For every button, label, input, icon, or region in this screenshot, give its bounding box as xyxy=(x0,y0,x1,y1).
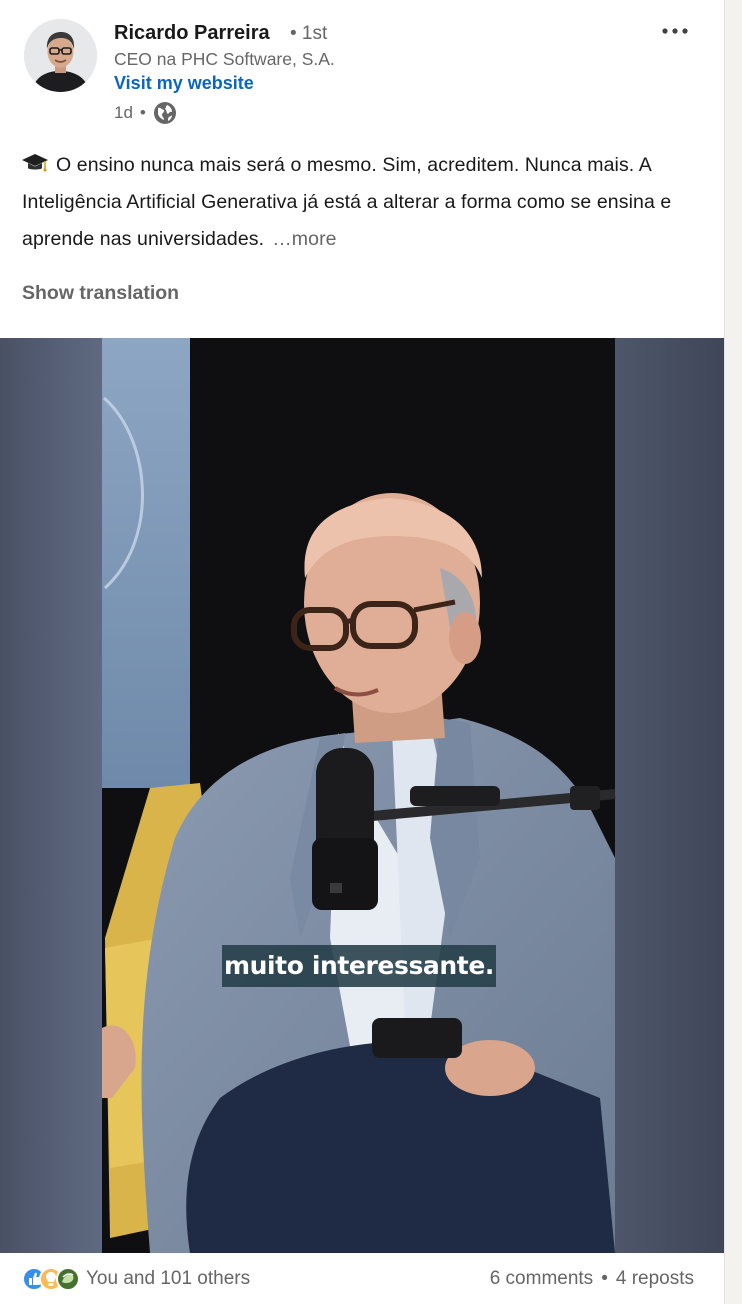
stats-separator: • xyxy=(601,1268,608,1289)
video-caption: muito interessante. xyxy=(222,945,496,987)
support-icon xyxy=(56,1267,80,1291)
post-time: 1d xyxy=(114,103,133,122)
show-translation-button[interactable]: Show translation xyxy=(22,282,179,305)
author-headline: CEO na PHC Software, S.A. xyxy=(114,49,335,69)
post-meta: 1d • xyxy=(114,101,177,125)
feed-post-card: Ricardo Parreira • 1st CEO na PHC Softwa… xyxy=(0,0,725,1304)
video-player[interactable]: muito interessante. xyxy=(0,338,724,1253)
author-name[interactable]: Ricardo Parreira xyxy=(114,22,270,45)
post-text: O ensino nunca mais será o mesmo. Sim, a… xyxy=(22,147,702,258)
connection-degree: • 1st xyxy=(290,23,328,44)
see-more-button[interactable]: …more xyxy=(272,228,336,250)
meta-separator: • xyxy=(139,103,146,122)
visit-website-link[interactable]: Visit my website xyxy=(114,73,254,94)
author-avatar[interactable] xyxy=(24,19,97,92)
reposts-count[interactable]: 4 reposts xyxy=(616,1268,694,1290)
more-options-icon[interactable] xyxy=(659,20,691,42)
post-body: O ensino nunca mais será o mesmo. Sim, a… xyxy=(22,154,672,250)
reactions-summary[interactable]: You and 101 others xyxy=(22,1266,250,1292)
comments-count[interactable]: 6 comments xyxy=(490,1268,593,1290)
reaction-icons xyxy=(22,1267,80,1291)
reactions-count: You and 101 others xyxy=(86,1268,251,1289)
globe-icon xyxy=(153,102,176,124)
engagement-stats: 6 comments • 4 reposts xyxy=(490,1268,694,1290)
graduation-cap-icon xyxy=(22,154,48,172)
video-frame xyxy=(0,338,724,1253)
